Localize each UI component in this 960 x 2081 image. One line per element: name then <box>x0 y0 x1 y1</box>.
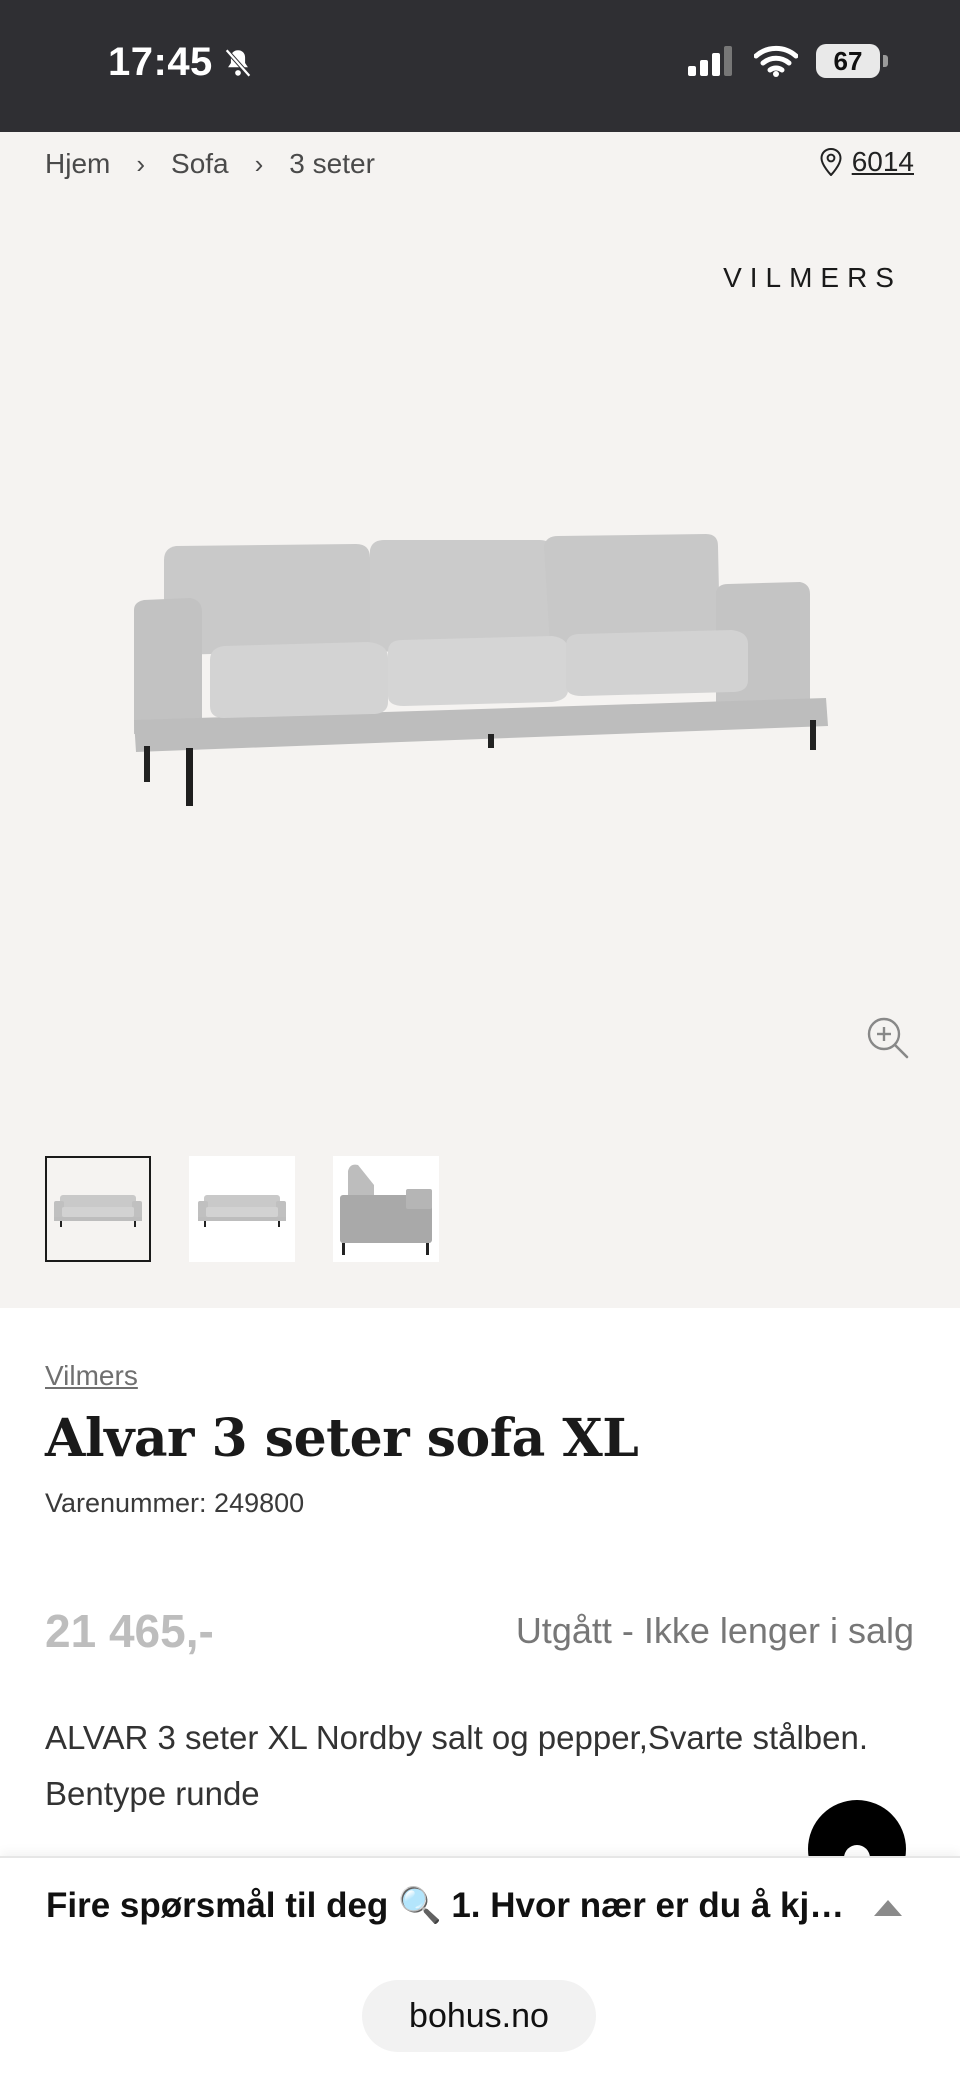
availability-status: Utgått - Ikke lenger i salg <box>515 1610 914 1651</box>
thumbnail-front-view-2[interactable] <box>189 1156 295 1262</box>
vendor-link[interactable]: Vilmers <box>45 1360 138 1392</box>
bell-muted-icon <box>224 48 251 77</box>
chevron-right-icon: › <box>136 148 146 179</box>
brand-logo: VILMERS <box>723 262 902 293</box>
store-location[interactable]: 6014 <box>820 146 914 178</box>
postal-code: 6014 <box>851 146 914 177</box>
battery-level: 67 <box>833 45 863 76</box>
thumbnail-side-view[interactable] <box>333 1156 439 1262</box>
browser-bottom-bar: bohus.no <box>0 1952 960 2081</box>
status-time: 17:45 <box>108 40 255 85</box>
breadcrumb-sofa[interactable]: Sofa <box>171 148 229 180</box>
url-text: bohus.no <box>409 1996 549 2035</box>
cellular-signal-icon <box>688 46 732 76</box>
status-bar: 17:45 67 <box>0 0 960 132</box>
chevron-right-icon: › <box>254 148 264 179</box>
caret-up-icon[interactable] <box>872 1898 904 1918</box>
product-sku: Varenummer: 249800 <box>45 1488 305 1518</box>
sofa-illustration <box>134 534 828 806</box>
survey-banner[interactable]: Fire spørsmål til deg 🔍 1. Hvor nær er d… <box>0 1856 960 1952</box>
sofa-thumbnail-icon <box>54 1195 142 1227</box>
map-pin-icon <box>820 148 842 176</box>
address-bar[interactable]: bohus.no <box>362 1980 596 2052</box>
status-icons: 67 <box>688 44 888 78</box>
sofa-side-thumbnail-icon <box>340 1164 432 1255</box>
thumbnail-strip <box>45 1156 439 1262</box>
survey-text: Fire spørsmål til deg 🔍 1. Hvor nær er d… <box>46 1885 846 1925</box>
product-price: 21 465,- <box>45 1605 214 1657</box>
breadcrumb: Hjem › Sofa › 3 seter <box>45 148 375 180</box>
battery-indicator: 67 <box>816 44 888 78</box>
breadcrumb-home[interactable]: Hjem <box>45 148 110 180</box>
zoom-in-icon[interactable] <box>866 1016 910 1060</box>
wifi-icon <box>754 45 798 77</box>
sofa-thumbnail-icon <box>198 1195 286 1227</box>
thumbnail-front-view[interactable] <box>45 1156 151 1262</box>
breadcrumb-3-seter[interactable]: 3 seter <box>289 148 375 180</box>
product-description: ALVAR 3 seter XL Nordby salt og pepper,S… <box>45 1719 869 1812</box>
product-title: Alvar 3 seter sofa XL <box>45 1408 639 1469</box>
clock: 17:45 <box>108 40 213 84</box>
product-image[interactable] <box>120 520 840 820</box>
